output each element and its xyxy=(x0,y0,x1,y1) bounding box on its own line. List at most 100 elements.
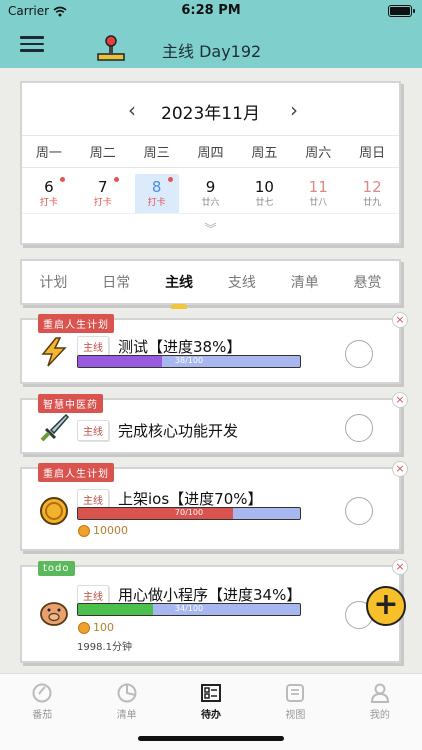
day-number: 10 xyxy=(254,178,274,196)
complete-checkbox[interactable] xyxy=(345,340,373,368)
task-card[interactable]: 重启人生计划 × 主线 测试【进度38%】 38/100 xyxy=(20,312,408,384)
calendar-day[interactable]: 11 廿八 xyxy=(296,174,340,214)
coin-icon xyxy=(78,524,90,537)
close-icon[interactable]: × xyxy=(392,392,408,408)
close-icon[interactable]: × xyxy=(392,559,408,575)
tomato-timer-icon xyxy=(32,683,52,703)
tab-side[interactable]: 支线 xyxy=(210,272,273,292)
day-subtext: 打卡 xyxy=(147,198,166,208)
weekday-label: 周三 xyxy=(143,146,170,161)
progress-label: 34/100 xyxy=(174,604,204,613)
task-title: 上架ios【进度70%】 xyxy=(118,490,263,508)
todo-board-icon xyxy=(201,684,222,702)
task-card[interactable]: 智慧中医药 × 主线 完成核心功能开发 xyxy=(20,392,408,454)
day-number: 11 xyxy=(308,178,328,196)
nav-label: 视图 xyxy=(285,710,306,721)
gold-coin-icon xyxy=(40,497,68,525)
task-title: 完成核心功能开发 xyxy=(118,422,239,440)
calendar-day[interactable]: 10 廿七 xyxy=(242,174,286,214)
day-number: 12 xyxy=(362,178,382,196)
task-title: 测试【进度38%】 xyxy=(118,338,242,356)
checkin-dot xyxy=(113,177,119,182)
lightning-icon xyxy=(41,337,67,367)
coin-reward: 100 xyxy=(78,621,114,634)
progress-bar: 34/100 xyxy=(77,603,301,616)
weekday-row: 周一 周二 周三 周四 周五 周六 周日 xyxy=(22,135,399,167)
coin-amount: 10000 xyxy=(93,524,128,537)
nav-label: 待办 xyxy=(201,710,222,721)
nav-label: 我的 xyxy=(369,710,390,721)
complete-checkbox[interactable] xyxy=(345,497,373,525)
nav-label: 清单 xyxy=(116,710,137,721)
calendar-day[interactable]: 9 廿六 xyxy=(189,174,233,214)
progress-label: 70/100 xyxy=(174,508,204,517)
calendar-day[interactable]: 6 打卡 xyxy=(27,174,71,214)
weekday-label: 周一 xyxy=(35,146,62,161)
checkin-dot xyxy=(59,177,65,182)
chevron-left-icon[interactable]: ‹ xyxy=(122,98,142,122)
tab-daily[interactable]: 日常 xyxy=(85,272,148,292)
sword-icon xyxy=(40,413,70,442)
pig-icon xyxy=(40,602,68,626)
complete-checkbox[interactable] xyxy=(345,414,373,442)
status-bar: Carrier 6:28 PM xyxy=(0,0,422,22)
task-group-tag: 重启人生计划 xyxy=(38,463,114,482)
coin-icon xyxy=(78,621,90,634)
nav-tomato[interactable]: 番茄 xyxy=(0,674,84,750)
day-subtext: 廿七 xyxy=(255,198,274,208)
page-title: 主线 Day192 xyxy=(162,42,262,61)
task-title: 用心做小程序【进度34%】 xyxy=(118,586,302,604)
day-subtext: 打卡 xyxy=(93,198,112,208)
task-card[interactable]: todo × 主线 用心做小程序【进度34%】 34/100 100 1998.… xyxy=(20,559,408,663)
tab-plan[interactable]: 计划 xyxy=(22,272,85,292)
task-duration: 1998.1分钟 xyxy=(77,642,132,653)
joystick-icon xyxy=(97,35,125,61)
calendar-day[interactable]: 12 廿九 xyxy=(350,174,394,214)
task-category-badge: 主线 xyxy=(77,336,109,357)
tab-main[interactable]: 主线 xyxy=(148,272,211,309)
weekday-label: 周六 xyxy=(305,146,332,161)
task-group-tag: todo xyxy=(38,561,75,576)
checkin-dot xyxy=(167,177,173,182)
task-card[interactable]: 重启人生计划 × 主线 上架ios【进度70%】 70/100 10000 xyxy=(20,461,408,551)
day-subtext: 廿六 xyxy=(201,198,220,208)
task-category-badge: 主线 xyxy=(77,420,109,441)
calendar-day-selected[interactable]: 8 打卡 xyxy=(134,174,179,214)
day-subtext: 廿九 xyxy=(363,198,382,208)
home-indicator xyxy=(138,736,284,741)
weekday-label: 周二 xyxy=(89,146,116,161)
coin-amount: 100 xyxy=(93,621,114,634)
progress-bar: 70/100 xyxy=(77,507,301,520)
calendar-header: ‹ 2023年11月 › xyxy=(22,98,399,124)
weekday-label: 周日 xyxy=(359,146,386,161)
nav-me[interactable]: 我的 xyxy=(338,674,422,750)
expand-calendar-icon[interactable]: ︾ xyxy=(22,213,399,239)
coin-reward: 10000 xyxy=(78,524,128,537)
calendar-day[interactable]: 7 打卡 xyxy=(81,174,125,214)
note-icon xyxy=(286,684,305,702)
weekday-label: 周五 xyxy=(251,146,278,161)
close-icon[interactable]: × xyxy=(392,461,408,477)
tab-bounty[interactable]: 悬赏 xyxy=(336,272,399,292)
day-subtext: 打卡 xyxy=(39,198,58,208)
user-icon xyxy=(370,683,389,703)
menu-icon[interactable] xyxy=(20,36,44,54)
tab-list[interactable]: 清单 xyxy=(273,272,336,292)
calendar-month: 2023年11月 xyxy=(161,104,260,124)
battery-icon xyxy=(388,5,415,17)
task-group-tag: 重启人生计划 xyxy=(38,314,114,333)
category-tabs: 计划 日常 主线 支线 清单 悬赏 xyxy=(20,259,401,309)
app-header: Carrier 6:28 PM 主线 Day192 xyxy=(0,0,422,68)
chevron-right-icon[interactable]: › xyxy=(284,98,304,122)
calendar-card: ‹ 2023年11月 › 周一 周二 周三 周四 周五 周六 周日 6 打卡 7打… xyxy=(20,81,401,245)
pie-chart-icon xyxy=(117,683,137,703)
add-task-button[interactable]: + xyxy=(366,586,406,626)
close-icon[interactable]: × xyxy=(392,312,408,328)
day-subtext: 廿八 xyxy=(309,198,328,208)
day-number: 9 xyxy=(205,178,216,196)
progress-label: 38/100 xyxy=(174,356,204,365)
progress-bar: 38/100 xyxy=(77,355,301,368)
nav-label: 番茄 xyxy=(32,710,53,721)
task-group-tag: 智慧中医药 xyxy=(38,394,103,413)
status-time: 6:28 PM xyxy=(181,3,241,18)
